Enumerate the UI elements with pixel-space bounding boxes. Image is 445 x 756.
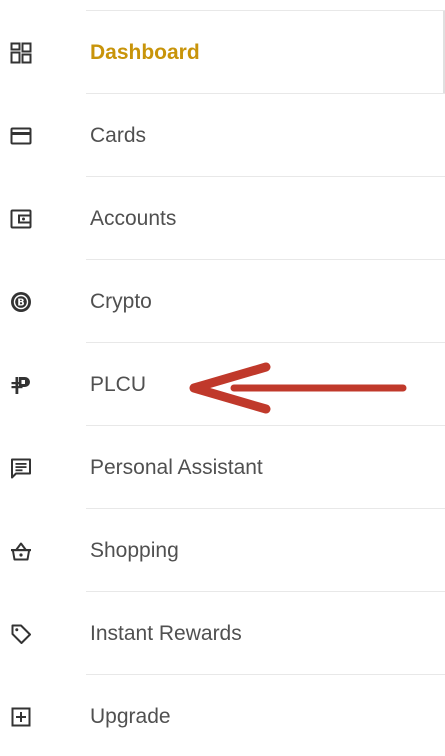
tag-icon — [10, 623, 32, 645]
sidebar-item-crypto[interactable]: B Crypto — [0, 260, 445, 343]
sidebar-nav: Dashboard Cards Accounts B Crypto PLCU P… — [0, 0, 445, 756]
sidebar-item-dashboard[interactable]: Dashboard — [0, 11, 445, 94]
plus-box-icon — [10, 706, 32, 728]
sidebar-item-label: Upgrade — [90, 704, 171, 728]
sidebar-item-label: Instant Rewards — [90, 621, 242, 645]
sidebar-item-label: Cards — [90, 123, 147, 147]
sidebar-item-upgrade[interactable]: Upgrade — [0, 675, 445, 756]
bitcoin-icon: B — [10, 291, 32, 313]
sidebar-item-shopping[interactable]: Shopping — [0, 509, 445, 592]
sidebar-item-label: Dashboard — [90, 40, 200, 64]
basket-icon — [10, 540, 32, 562]
sidebar-item-instant-rewards[interactable]: Instant Rewards — [0, 592, 445, 675]
sidebar-item-label: Personal Assistant — [90, 455, 263, 479]
sidebar-item-label: Accounts — [90, 206, 177, 230]
sidebar-item-personal-assistant[interactable]: Personal Assistant — [0, 426, 445, 509]
wallet-icon — [10, 208, 32, 230]
sidebar-item-label: Crypto — [90, 289, 152, 313]
sidebar-item-accounts[interactable]: Accounts — [0, 177, 445, 260]
sidebar-item-cards[interactable]: Cards — [0, 94, 445, 177]
annotation-arrow-icon — [189, 362, 407, 414]
card-icon — [10, 125, 32, 147]
plcu-icon — [10, 374, 32, 396]
dashboard-icon — [10, 42, 32, 64]
svg-text:B: B — [17, 297, 24, 308]
sidebar-item-label: Shopping — [90, 538, 179, 562]
chat-icon — [10, 457, 32, 479]
sidebar-item-label: PLCU — [90, 372, 147, 396]
